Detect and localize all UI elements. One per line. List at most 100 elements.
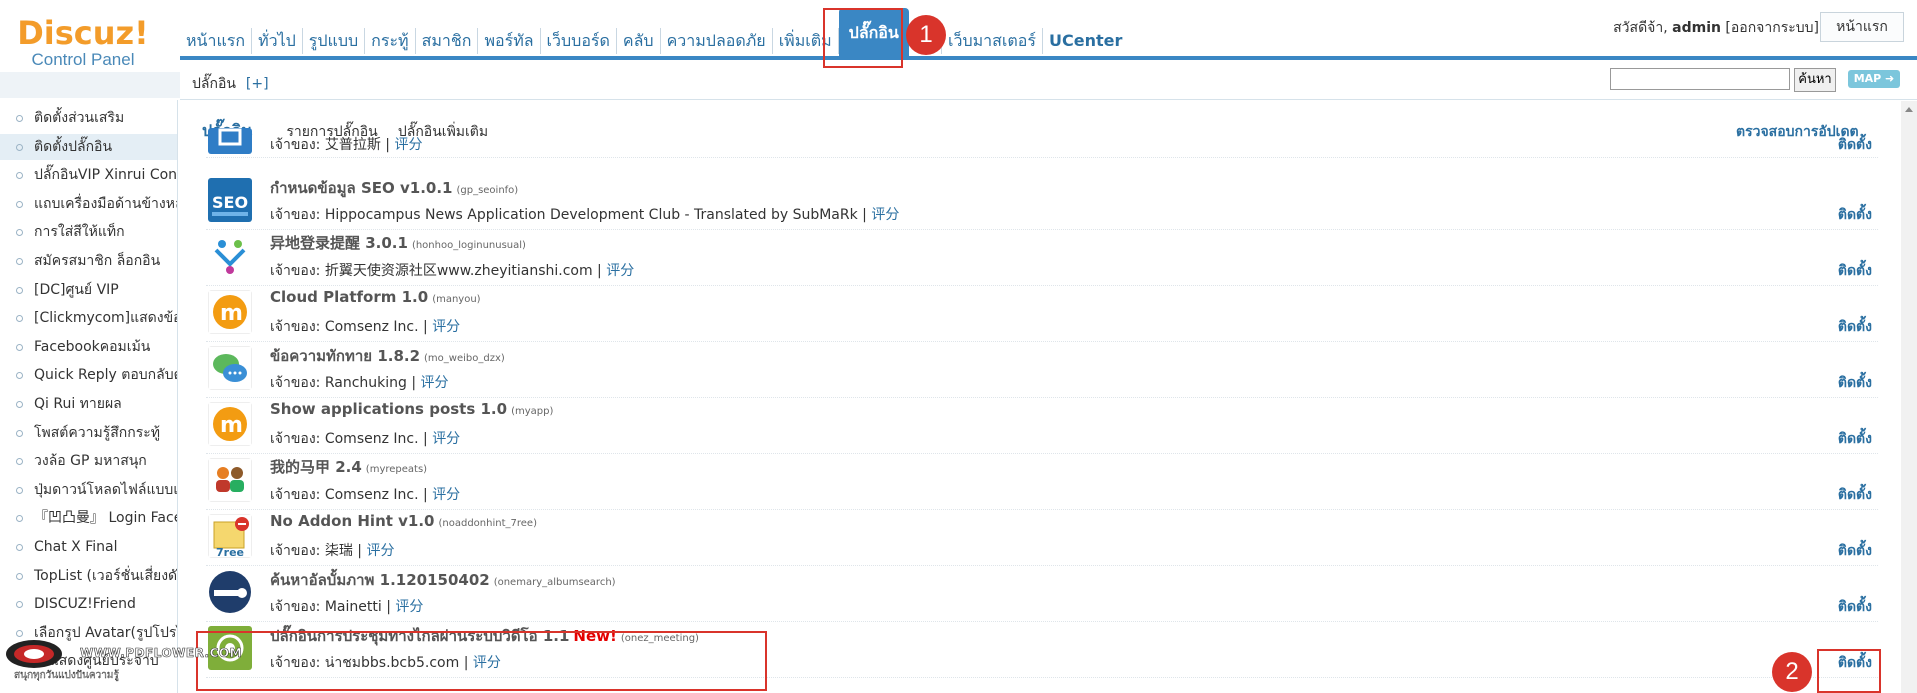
owner-label: เจ้าของ: (270, 319, 325, 335)
install-link[interactable]: ติดตั้ง (1838, 134, 1872, 156)
plugin-row: ข้อความทักทาย 1.8.2 (mo_weibo_dzx) เจ้าของ… (206, 342, 1878, 398)
sidebar-item[interactable]: ปุ่มดาวน์โหลดไฟล์แบบแ (0, 477, 177, 503)
plugin-identifier: (noaddonhint_7ree) (438, 518, 537, 529)
owner-label: เจ้าของ: (270, 431, 325, 447)
sidebar-item[interactable]: [Clickmycom]แสดงข้อ (0, 305, 177, 331)
nav-item-12[interactable]: เว็บมาสเตอร์ (942, 28, 1043, 54)
plugin-meta: เจ้าของ: 艾普拉斯 | 评分 (270, 137, 423, 153)
plugin-row: m Show applications posts 1.0 (myapp) เจ้าข… (206, 398, 1878, 454)
plugin-identifier: (manyou) (432, 294, 481, 305)
owner-label: เจ้าของ: (270, 263, 325, 279)
7ree-folder-icon: 7ree (208, 514, 252, 558)
install-link[interactable]: ติดตั้ง (1838, 484, 1872, 506)
discuz-logo[interactable]: Discuz! Control Panel (0, 16, 166, 70)
breadcrumb: ปลั๊กอิน [+] (192, 73, 269, 95)
sidebar-item[interactable]: แถบเครื่องมือด้านข้างหล (0, 191, 177, 217)
plugin-row: 异地登录提醒 3.0.1 (honhoo_loginunusual) เจ้าของ… (206, 230, 1878, 286)
install-link[interactable]: ติดตั้ง (1838, 204, 1872, 226)
map-button[interactable]: MAP ➜ (1848, 70, 1900, 88)
nav-item-7[interactable]: คลับ (617, 28, 661, 54)
install-link[interactable]: ติดตั้ง (1838, 372, 1872, 394)
search-input[interactable] (1610, 68, 1790, 90)
owner-label: เจ้าของ: (270, 487, 325, 503)
nav-item-0[interactable]: หน้าแรก (180, 28, 253, 54)
sidebar-item[interactable]: Quick Reply ตอบกลับด (0, 362, 177, 388)
logout-link[interactable]: [ออกจากระบบ] (1725, 20, 1819, 36)
rate-link[interactable]: 评分 (432, 319, 460, 335)
plugin-identifier: (myapp) (511, 406, 554, 417)
rate-link[interactable]: 评分 (871, 207, 899, 223)
sidebar-item[interactable]: 『凹凸曼』 Login Face (0, 505, 177, 531)
sidebar-item[interactable]: การใส่สีให้แท็ก (0, 219, 177, 245)
annotation-box-plugin (196, 631, 767, 691)
owner-label: เจ้าของ: (270, 207, 325, 223)
rate-link[interactable]: 评分 (432, 487, 460, 503)
plugin-meta: เจ้าของ: Comsenz Inc. | 评分 (270, 319, 461, 335)
svg-text:SEO: SEO (212, 193, 248, 212)
rate-link[interactable]: 评分 (394, 137, 422, 153)
rate-link[interactable]: 评分 (366, 543, 394, 559)
manyou-icon: m (208, 402, 252, 446)
install-link[interactable]: ติดตั้ง (1838, 316, 1872, 338)
sidebar-item[interactable]: ปลั๊กอินVIP Xinrui Con (0, 162, 177, 188)
plugin-meta: เจ้าของ: Hippocampus News Application De… (270, 207, 900, 223)
plugin-owner: Comsenz Inc. (324, 487, 419, 503)
nav-item-6[interactable]: เว็บบอร์ด (541, 28, 617, 54)
sidebar-item[interactable]: วงล้อ GP มหาสนุก (0, 448, 177, 474)
plugin-row: ค้นหาอัลบั้มภาพ 1.120150402 (onemary_albu… (206, 566, 1878, 622)
sidebar-item[interactable]: [DC]ศูนย์ VIP (0, 277, 177, 303)
plugin-title: Cloud Platform 1.0 (manyou) (270, 288, 481, 306)
blue-box-icon (208, 128, 252, 154)
owner-label: เจ้าของ: (270, 137, 325, 153)
plugin-name: Cloud Platform 1.0 (270, 288, 429, 306)
plugin-row: m Cloud Platform 1.0 (manyou) เจ้าของ: Coms… (206, 286, 1878, 342)
nav-item-2[interactable]: รูปแบบ (303, 28, 366, 54)
nav-item-13[interactable]: UCenter (1043, 28, 1128, 54)
rate-link[interactable]: 评分 (395, 599, 423, 615)
plugin-meta: เจ้าของ: Comsenz Inc. | 评分 (270, 487, 461, 503)
plugin-row: 我的马甲 2.4 (myrepeats) เจ้าของ: Comsenz Inc.… (206, 454, 1878, 510)
sidebar-item[interactable]: Facebookคอมเม้น (0, 334, 177, 360)
sidebar-item[interactable]: ติดตั้งปลั๊กอิน (0, 133, 177, 160)
sidebar-item[interactable]: DISCUZ!Friend (0, 591, 177, 617)
username: admin (1672, 20, 1721, 36)
install-link[interactable]: ติดตั้ง (1838, 540, 1872, 562)
plugin-title: ข้อความทักทาย 1.8.2 (mo_weibo_dzx) (270, 344, 505, 368)
people-logo-icon (208, 234, 252, 278)
install-link[interactable]: ติดตั้ง (1838, 596, 1872, 618)
plugin-row: SEO กำหนดข้อมูล SEO v1.0.1 (gp_seoinfo) เจ้… (206, 174, 1878, 230)
annotation-box-2 (1817, 649, 1881, 693)
vertical-scrollbar[interactable] (1901, 101, 1917, 693)
plugin-title: No Addon Hint v1.0 (noaddonhint_7ree) (270, 512, 537, 530)
watermark: WWW.PDFLOWER.COM สนุกทุกวันแบ่งปันความรู… (4, 636, 242, 686)
install-link[interactable]: ติดตั้ง (1838, 260, 1872, 282)
sidebar-item[interactable]: ติดตั้งส่วนเสริม (0, 105, 177, 131)
install-link[interactable]: ติดตั้ง (1838, 428, 1872, 450)
plugin-title: กำหนดข้อมูล SEO v1.0.1 (gp_seoinfo) (270, 176, 518, 200)
plugin-identifier: (onemary_albumsearch) (493, 577, 616, 588)
breadcrumb-add-link[interactable]: [+] (246, 76, 269, 92)
nav-item-3[interactable]: กระทู้ (365, 28, 416, 54)
nav-item-4[interactable]: สมาชิก (416, 28, 479, 54)
rate-link[interactable]: 评分 (606, 263, 634, 279)
sidebar-item[interactable]: Chat X Final (0, 534, 177, 560)
sidebar-item[interactable]: TopList (เวอร์ชั่นเสี่ยงดัง) (0, 563, 177, 589)
sidebar-item[interactable]: สมัครสมาชิก ล็อกอิน (0, 248, 177, 274)
scroll-up-icon[interactable] (1905, 107, 1913, 112)
sidebar-item[interactable]: โพสต์ความรู้สึกกระทู้ (0, 420, 177, 446)
nav-item-1[interactable]: ทั่วไป (252, 28, 303, 54)
plugin-row: เจ้าของ: 艾普拉斯 | 评分 ติดตั้ง (206, 128, 1878, 158)
plugin-owner: 折翼天使资源社区www.zheyitianshi.com (324, 263, 593, 279)
seo-icon: SEO (208, 178, 252, 222)
nav-underline (180, 56, 1917, 60)
home-button[interactable]: หน้าแรก (1820, 12, 1904, 42)
nav-item-5[interactable]: พอร์ทัล (478, 28, 541, 54)
rate-link[interactable]: 评分 (421, 375, 449, 391)
rate-link[interactable]: 评分 (432, 431, 460, 447)
plugin-meta: เจ้าของ: 柒瑞 | 评分 (270, 543, 395, 559)
nav-item-8[interactable]: ความปลอดภัย (661, 28, 773, 54)
sidebar-item[interactable]: Qi Rui ทายผล (0, 391, 177, 417)
search-button[interactable]: ค้นหา (1794, 68, 1836, 92)
plugin-name: ค้นหาอัลบั้มภาพ 1.120150402 (270, 571, 490, 589)
main-content: ปลั๊กอิน รายการปลั๊กอิน ปลั๊กอินเพิ่มเติ… (180, 101, 1897, 693)
